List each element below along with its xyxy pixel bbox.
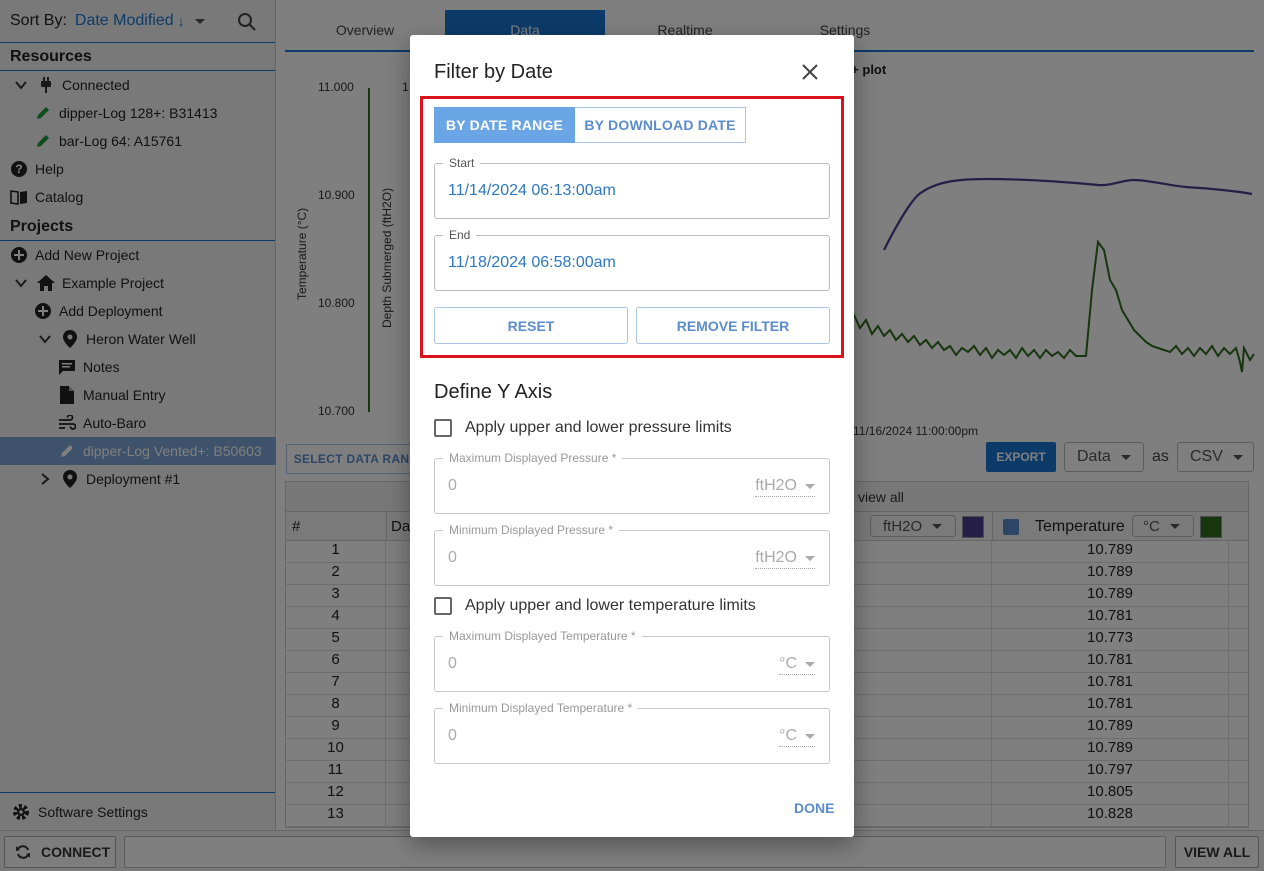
max-pressure-value[interactable]: 0 [448,477,457,495]
pressure-limits-label: Apply upper and lower pressure limits [465,419,732,436]
chevron-down-icon [805,733,815,739]
start-date-field[interactable]: Start 11/14/2024 06:13:00am [434,156,830,219]
close-icon[interactable] [800,62,820,82]
min-pressure-value[interactable]: 0 [448,549,457,567]
temp-limits-label: Apply upper and lower temperature limits [465,597,756,614]
by-download-date-button[interactable]: BY DOWNLOAD DATE [575,107,746,143]
chevron-down-icon [805,661,815,667]
define-y-axis-title: Define Y Axis [434,381,553,403]
min-pressure-label: Minimum Displayed Pressure * [443,523,620,537]
min-temp-unit[interactable]: °C [779,727,815,747]
unit-text: ftH2O [755,549,797,566]
end-date-value[interactable]: 11/18/2024 06:58:00am [448,254,616,272]
end-date-field[interactable]: End 11/18/2024 06:58:00am [434,228,830,291]
min-temp-label: Minimum Displayed Temperature * [443,701,639,715]
unit-text: °C [779,655,797,672]
max-temp-value[interactable]: 0 [448,655,457,673]
chevron-down-icon [805,483,815,489]
unit-text: ftH2O [755,477,797,494]
pressure-limits-checkbox[interactable] [434,419,452,437]
min-pressure-field[interactable]: Minimum Displayed Pressure * 0 ftH2O [434,523,830,586]
temp-limits-checkbox[interactable] [434,597,452,615]
max-temp-field[interactable]: Maximum Displayed Temperature * 0 °C [434,629,830,692]
min-pressure-unit[interactable]: ftH2O [755,549,815,569]
start-date-label: Start [443,156,481,170]
done-button[interactable]: DONE [794,800,834,816]
max-pressure-field[interactable]: Maximum Displayed Pressure * 0 ftH2O [434,451,830,514]
pressure-limits-checkbox-row[interactable]: Apply upper and lower pressure limits [434,419,732,437]
unit-text: °C [779,727,797,744]
dialog-title: Filter by Date [434,61,553,83]
chevron-down-icon [805,555,815,561]
start-date-value[interactable]: 11/14/2024 06:13:00am [448,182,616,200]
by-date-range-button[interactable]: BY DATE RANGE [434,107,575,143]
end-date-label: End [443,228,477,242]
remove-filter-button[interactable]: REMOVE FILTER [636,307,830,344]
max-pressure-label: Maximum Displayed Pressure * [443,451,623,465]
max-temp-label: Maximum Displayed Temperature * [443,629,642,643]
min-temp-value[interactable]: 0 [448,727,457,745]
max-temp-unit[interactable]: °C [779,655,815,675]
filter-by-date-dialog: Filter by Date BY DATE RANGE BY DOWNLOAD… [410,35,854,837]
min-temp-field[interactable]: Minimum Displayed Temperature * 0 °C [434,701,830,764]
max-pressure-unit[interactable]: ftH2O [755,477,815,497]
temp-limits-checkbox-row[interactable]: Apply upper and lower temperature limits [434,597,756,615]
reset-button[interactable]: RESET [434,307,628,344]
